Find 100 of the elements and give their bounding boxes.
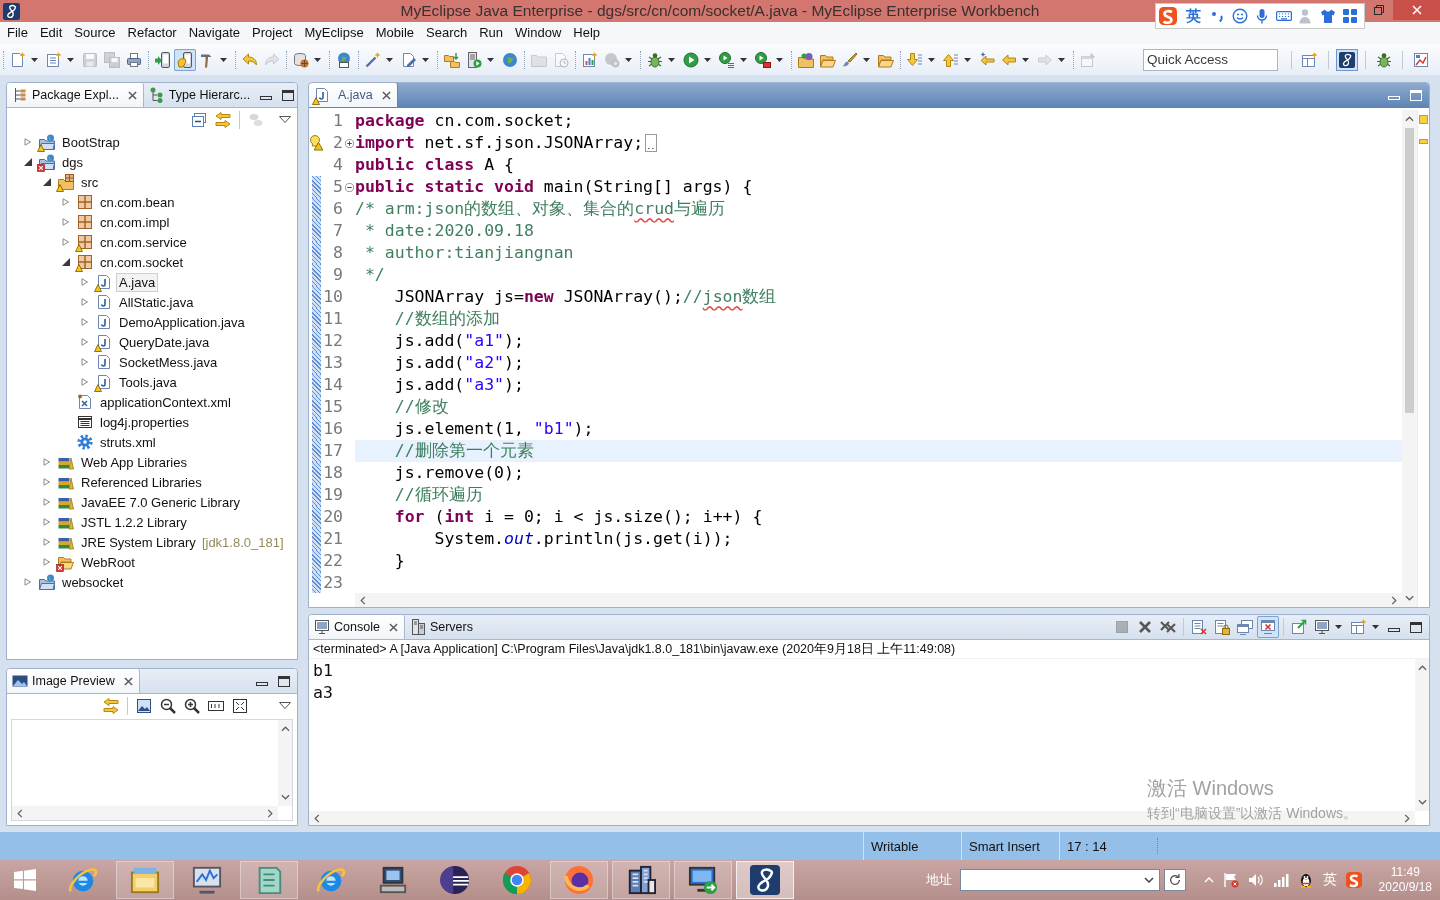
triangle-right-icon[interactable] bbox=[43, 538, 51, 546]
shirt-icon[interactable] bbox=[1320, 8, 1336, 24]
scroll-up-icon[interactable] bbox=[1417, 665, 1427, 671]
tree-item[interactable]: log4j.properties bbox=[97, 412, 192, 432]
minimize-icon[interactable] bbox=[256, 681, 268, 686]
scroll-left-icon[interactable] bbox=[17, 808, 23, 818]
triangle-right-icon[interactable] bbox=[43, 498, 51, 506]
chart-document-icon[interactable] bbox=[582, 51, 598, 68]
tree-item[interactable]: Tools.java bbox=[116, 372, 180, 392]
horizontal-scrollbar[interactable] bbox=[355, 593, 1402, 607]
menu-item[interactable]: Edit bbox=[33, 22, 69, 44]
tree-item[interactable]: cn.com.impl bbox=[97, 212, 173, 232]
dropdown-caret-icon[interactable] bbox=[928, 57, 935, 62]
window-arrow-icon[interactable] bbox=[1291, 619, 1307, 635]
tree-item[interactable]: JRE System Library bbox=[78, 532, 199, 552]
phone-arrow-icon[interactable] bbox=[155, 51, 171, 68]
scroll-right-icon[interactable] bbox=[267, 808, 273, 818]
signal-bars-icon[interactable] bbox=[1272, 872, 1289, 888]
speaker-icon[interactable] bbox=[1247, 872, 1264, 888]
monitor-icon[interactable] bbox=[1314, 619, 1330, 635]
picture-frame-icon[interactable] bbox=[136, 697, 152, 714]
tree-item[interactable]: Referenced Libraries bbox=[78, 472, 205, 492]
dropdown-caret-icon[interactable] bbox=[67, 57, 74, 62]
triangle-right-icon[interactable] bbox=[43, 518, 51, 526]
bug-icon[interactable] bbox=[647, 51, 663, 68]
triangle-right-icon[interactable] bbox=[81, 278, 89, 286]
server-play-icon[interactable] bbox=[466, 51, 482, 68]
dropdown-caret-icon[interactable] bbox=[863, 57, 870, 62]
scroll-down-icon[interactable] bbox=[1417, 799, 1427, 805]
tree-item[interactable]: DemoApplication.java bbox=[116, 312, 248, 332]
triangle-right-icon[interactable] bbox=[81, 358, 89, 366]
menu-item[interactable]: Help bbox=[567, 22, 607, 44]
taskbar-app-button[interactable] bbox=[550, 861, 608, 899]
overview-warning-marker[interactable] bbox=[1419, 139, 1428, 144]
maximize-icon[interactable] bbox=[282, 89, 295, 101]
bug-icon[interactable] bbox=[1376, 51, 1392, 68]
tree-item[interactable]: AllStatic.java bbox=[116, 292, 197, 312]
view-tab[interactable]: Package Expl... bbox=[7, 83, 144, 107]
tree-item[interactable]: A.java bbox=[116, 272, 159, 292]
view-tab[interactable]: Type Hierarc... bbox=[143, 83, 257, 107]
dropdown-caret-icon[interactable] bbox=[740, 57, 747, 62]
maximize-icon[interactable] bbox=[278, 675, 290, 687]
swirl-logo-icon[interactable] bbox=[1345, 872, 1362, 888]
menu-item[interactable]: MyEclipse bbox=[298, 22, 370, 44]
undo-arrow-icon[interactable] bbox=[242, 51, 258, 68]
dropdown-caret-icon[interactable] bbox=[220, 57, 227, 62]
tree-item[interactable]: src bbox=[78, 172, 102, 192]
menu-item[interactable]: Mobile bbox=[369, 22, 421, 44]
maximize-icon[interactable] bbox=[1410, 621, 1422, 633]
dropdown-caret-icon[interactable] bbox=[776, 57, 783, 62]
vertical-scrollbar[interactable] bbox=[1415, 659, 1429, 811]
tree-item[interactable]: cn.com.service bbox=[97, 232, 190, 252]
dropdown-caret-icon[interactable] bbox=[668, 57, 675, 62]
triangle-right-icon[interactable] bbox=[24, 578, 32, 586]
double-x-mark-icon[interactable] bbox=[1160, 619, 1176, 635]
vertical-scrollbar[interactable] bbox=[1402, 110, 1417, 607]
triangle-right-icon[interactable] bbox=[43, 558, 51, 566]
view-menu-icon[interactable] bbox=[279, 116, 291, 123]
triangle-right-icon[interactable] bbox=[81, 298, 89, 306]
bulb-warning-icon[interactable] bbox=[309, 135, 323, 151]
dropdown-caret-icon[interactable] bbox=[1022, 57, 1029, 62]
tree-item[interactable]: SocketMess.java bbox=[116, 352, 221, 372]
link-arrows-icon[interactable] bbox=[215, 111, 231, 128]
menu-item[interactable]: Refactor bbox=[121, 22, 183, 44]
menu-item[interactable]: Run bbox=[473, 22, 510, 44]
triangle-down-icon[interactable] bbox=[62, 258, 70, 266]
tree-item[interactable]: cn.com.bean bbox=[97, 192, 178, 212]
horizontal-scrollbar[interactable] bbox=[12, 806, 278, 820]
folders-arrow-icon[interactable] bbox=[444, 51, 460, 68]
close-icon[interactable] bbox=[381, 90, 391, 100]
tree-item[interactable]: WebRoot bbox=[78, 552, 138, 572]
scroll-thumb[interactable] bbox=[1405, 128, 1414, 413]
vertical-scrollbar[interactable] bbox=[278, 720, 292, 806]
dropdown-caret-icon[interactable] bbox=[31, 57, 38, 62]
tree-item[interactable]: applicationContext.xml bbox=[97, 392, 234, 412]
scroll-left-icon[interactable] bbox=[360, 595, 366, 605]
chevron-down-icon[interactable] bbox=[1143, 877, 1154, 883]
taskbar-app-button[interactable] bbox=[736, 861, 794, 899]
menu-item[interactable]: Source bbox=[68, 22, 122, 44]
tree-item[interactable]: cn.com.socket bbox=[97, 252, 187, 272]
folder-ball-icon[interactable] bbox=[798, 51, 814, 68]
collapse-all-icon[interactable] bbox=[191, 111, 207, 128]
taskbar-app-button[interactable] bbox=[612, 861, 670, 899]
close-icon[interactable] bbox=[123, 676, 133, 686]
fit-window-icon[interactable] bbox=[232, 697, 248, 714]
close-icon[interactable] bbox=[388, 622, 398, 632]
taskbar-app-button[interactable] bbox=[674, 861, 732, 899]
fold-minus-icon[interactable] bbox=[344, 182, 354, 192]
tree-item[interactable]: JavaEE 7.0 Generic Library bbox=[78, 492, 243, 512]
document-lock-icon[interactable] bbox=[1214, 619, 1230, 635]
triangle-right-icon[interactable] bbox=[62, 198, 70, 206]
menu-item[interactable]: Project bbox=[246, 22, 299, 44]
dropdown-caret-icon[interactable] bbox=[314, 57, 321, 62]
scroll-down-icon[interactable] bbox=[1405, 595, 1414, 601]
play-toolbox-icon[interactable] bbox=[755, 51, 771, 68]
scroll-right-icon[interactable] bbox=[1391, 595, 1397, 605]
pen-document-icon[interactable] bbox=[401, 51, 417, 68]
menu-item[interactable]: Navigate bbox=[182, 22, 246, 44]
play-circle-icon[interactable] bbox=[683, 51, 699, 68]
brush-icon[interactable] bbox=[842, 51, 858, 68]
